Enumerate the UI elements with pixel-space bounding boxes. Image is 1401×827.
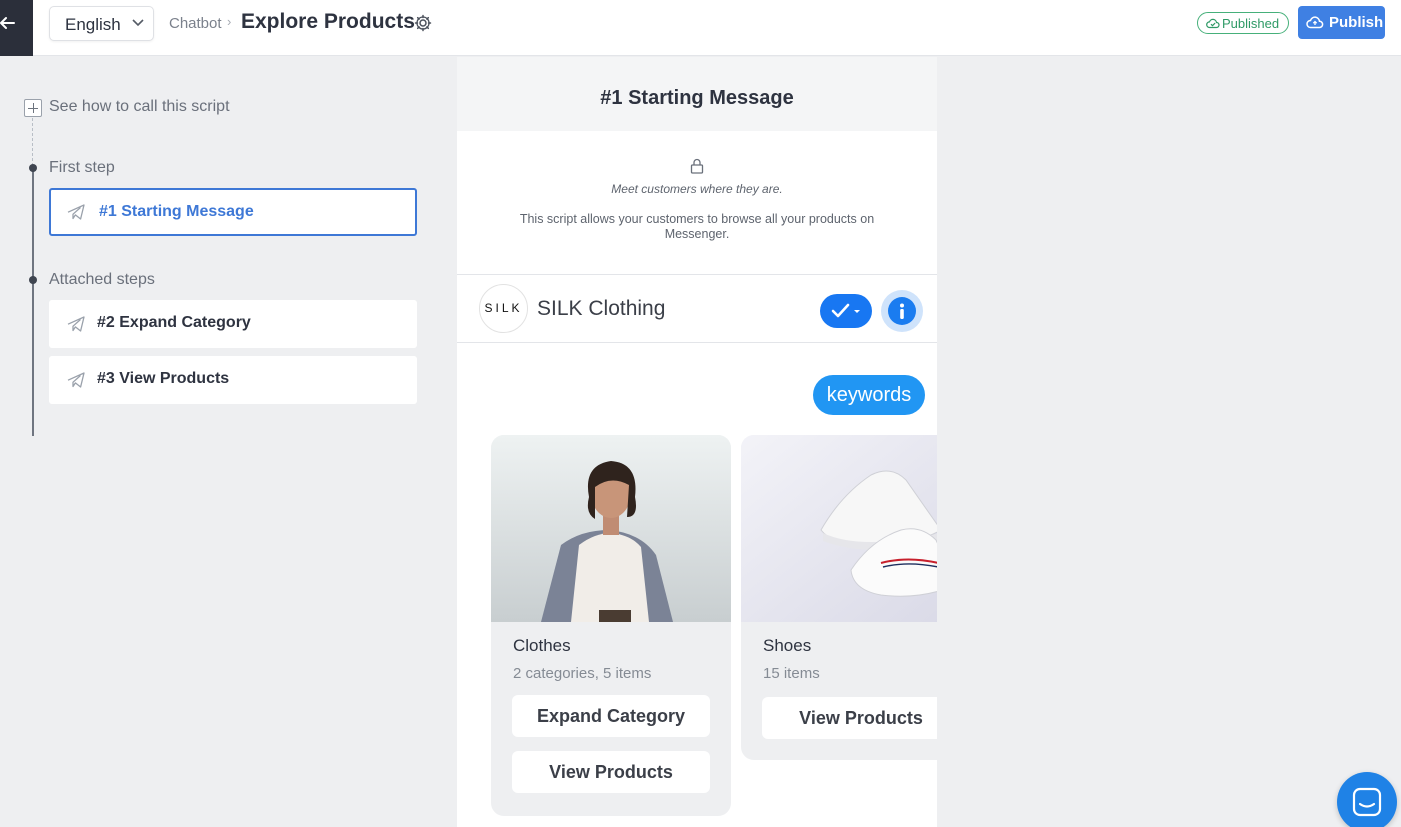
- publish-button[interactable]: Publish: [1298, 6, 1385, 39]
- view-products-button[interactable]: View Products: [512, 751, 710, 793]
- paper-plane-icon: [67, 316, 85, 332]
- verified-dropdown-button[interactable]: [820, 294, 872, 328]
- lock-icon: [690, 158, 704, 174]
- shoes-image: [741, 435, 937, 622]
- message-preview-panel: #1 Starting Message Meet customers where…: [457, 57, 937, 827]
- info-button[interactable]: [881, 290, 923, 332]
- step-view-products[interactable]: #3 View Products: [49, 356, 417, 404]
- card-title: Shoes: [763, 636, 812, 655]
- timeline-dot: [29, 164, 37, 172]
- card-title: Clothes: [513, 636, 571, 655]
- attached-steps-label: Attached steps: [49, 271, 155, 288]
- preview-title: #1 Starting Message: [600, 87, 794, 109]
- expand-category-button[interactable]: Expand Category: [512, 695, 710, 737]
- top-bar: English Chatbot › Explore Products Publi…: [0, 0, 1401, 56]
- expand-plus-icon[interactable]: [24, 99, 42, 117]
- check-icon: [831, 303, 860, 318]
- how-to-call-link[interactable]: See how to call this script: [49, 98, 230, 116]
- page-title: Explore Products: [241, 10, 415, 33]
- language-value: English: [65, 15, 121, 34]
- cloud-icon: [1306, 16, 1324, 29]
- step-label: #3 View Products: [97, 370, 230, 387]
- breadcrumb-separator: ›: [227, 14, 232, 29]
- step-expand-category[interactable]: #2 Expand Category: [49, 300, 417, 348]
- status-badge-label: Published: [1222, 16, 1280, 31]
- paper-plane-icon: [67, 372, 85, 388]
- card-subtitle: 15 items: [763, 665, 820, 682]
- divider: [457, 274, 937, 275]
- step-timeline: [32, 168, 34, 436]
- info-icon: [900, 303, 904, 319]
- chat-launcher-button[interactable]: [1337, 772, 1397, 827]
- step-label: #2 Expand Category: [97, 314, 251, 331]
- chat-icon: [1352, 787, 1382, 817]
- product-card-shoes: Shoes 15 items View Products: [741, 435, 937, 760]
- publish-label: Publish: [1329, 14, 1384, 31]
- cloud-check-icon: [1206, 18, 1220, 29]
- language-select[interactable]: English: [49, 6, 154, 41]
- back-button[interactable]: [0, 0, 33, 56]
- gear-icon: [414, 14, 432, 32]
- arrow-left-icon: [0, 17, 15, 29]
- settings-button[interactable]: [413, 13, 433, 38]
- view-products-button[interactable]: View Products: [762, 697, 937, 739]
- intro-description: This script allows your customers to bro…: [519, 212, 875, 241]
- product-card-clothes: Clothes 2 categories, 5 items Expand Cat…: [491, 435, 731, 816]
- status-badge: Published: [1197, 12, 1289, 34]
- step-starting-message[interactable]: #1 Starting Message: [49, 188, 417, 236]
- user-message-bubble: keywords: [813, 375, 925, 415]
- preview-header: #1 Starting Message: [457, 57, 937, 131]
- timeline-dot: [29, 276, 37, 284]
- brand-logo: SILK: [479, 284, 528, 333]
- brand-name: SILK Clothing: [537, 297, 666, 320]
- dashed-connector: [32, 118, 33, 166]
- step-label: #1 Starting Message: [99, 203, 254, 220]
- clothes-image: [491, 435, 731, 622]
- divider: [457, 342, 937, 343]
- card-subtitle: 2 categories, 5 items: [513, 665, 652, 682]
- first-step-label: First step: [49, 159, 115, 176]
- breadcrumb-chatbot[interactable]: Chatbot: [169, 15, 222, 32]
- chevron-down-icon: [132, 19, 144, 27]
- intro-tagline: Meet customers where they are.: [611, 182, 783, 196]
- paper-plane-icon: [67, 204, 85, 220]
